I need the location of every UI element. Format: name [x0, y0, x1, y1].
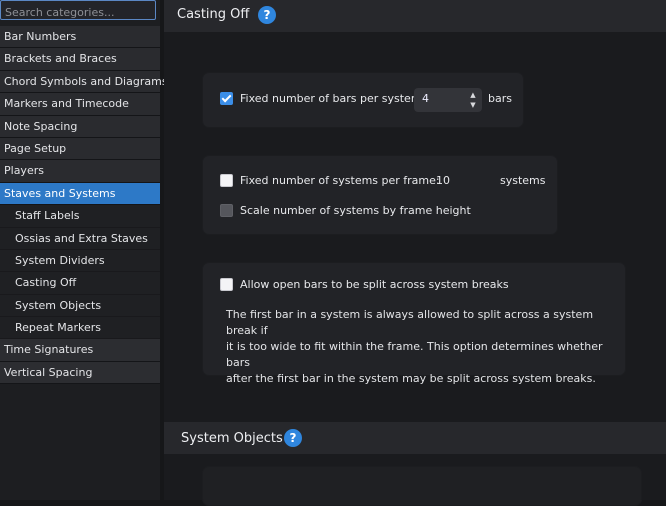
- sidebar-subitem-ossias[interactable]: Ossias and Extra Staves: [0, 227, 160, 250]
- bars-per-system-value[interactable]: 4: [422, 92, 429, 105]
- fixed-systems-panel: Fixed number of systems per frame: 10 sy…: [202, 155, 558, 235]
- systems-per-frame-value[interactable]: 10: [436, 174, 450, 187]
- sidebar-item-staves-and-systems[interactable]: Staves and Systems: [0, 182, 160, 206]
- system-objects-panel: [202, 466, 642, 506]
- sidebar-subitem-system-dividers[interactable]: System Dividers: [0, 249, 160, 273]
- chevron-down-icon[interactable]: ▼: [468, 100, 478, 110]
- sidebar-subitem-staff-labels[interactable]: Staff Labels: [0, 205, 160, 228]
- description-line: The first bar in a system is always allo…: [226, 308, 594, 337]
- fixed-bars-checkbox[interactable]: [220, 92, 233, 105]
- sidebar-item-vertical-spacing[interactable]: Vertical Spacing: [0, 361, 160, 385]
- fixed-systems-checkbox[interactable]: [220, 174, 233, 187]
- sidebar-item-markers-and-timecode[interactable]: Markers and Timecode: [0, 93, 160, 116]
- systems-unit-label: systems: [500, 174, 546, 187]
- system-objects-header: System Objects ?: [164, 422, 666, 454]
- sidebar-subitem-system-objects[interactable]: System Objects: [0, 294, 160, 318]
- sidebar-item-bar-numbers[interactable]: Bar Numbers: [0, 26, 160, 49]
- bars-unit: bars: [488, 92, 512, 105]
- scale-systems-row: Scale number of systems by frame height: [220, 204, 471, 217]
- categories-sidebar: Bar Numbers Brackets and Braces Chord Sy…: [0, 0, 168, 500]
- split-bars-panel: Allow open bars to be split across syste…: [202, 262, 626, 385]
- chevron-up-icon[interactable]: ▲: [468, 90, 478, 100]
- split-description: The first bar in a system is always allo…: [226, 307, 626, 387]
- systems-unit: systems: [500, 174, 546, 187]
- description-line: it is too wide to fit within the frame. …: [226, 340, 603, 369]
- bars-unit-label: bars: [488, 92, 512, 105]
- sidebar-item-chord-symbols[interactable]: Chord Symbols and Diagrams: [0, 70, 168, 94]
- category-list: Bar Numbers Brackets and Braces Chord Sy…: [0, 26, 168, 385]
- allow-split-row: Allow open bars to be split across syste…: [220, 278, 509, 291]
- fixed-bars-panel: Fixed number of bars per system: 4 ▲ ▼ b…: [202, 72, 524, 128]
- fixed-bars-row: Fixed number of bars per system:: [220, 92, 425, 105]
- sidebar-item-time-signatures[interactable]: Time Signatures: [0, 339, 160, 362]
- scale-systems-label: Scale number of systems by frame height: [240, 204, 471, 217]
- search-box[interactable]: [0, 0, 156, 22]
- stepper-arrows[interactable]: ▲ ▼: [468, 90, 478, 110]
- bars-per-system-stepper[interactable]: 4 ▲ ▼: [414, 88, 482, 112]
- section-title: System Objects: [181, 431, 283, 446]
- sidebar-subitem-casting-off[interactable]: Casting Off: [0, 272, 160, 295]
- sidebar-item-players[interactable]: Players: [0, 160, 160, 183]
- help-icon[interactable]: ?: [258, 6, 276, 24]
- allow-split-checkbox[interactable]: [220, 278, 233, 291]
- sidebar-item-note-spacing[interactable]: Note Spacing: [0, 115, 160, 138]
- casting-off-header: Casting Off ?: [164, 0, 666, 32]
- sidebar-item-brackets-and-braces[interactable]: Brackets and Braces: [0, 48, 160, 71]
- search-input[interactable]: [1, 3, 155, 22]
- systems-per-frame-field[interactable]: 10: [436, 174, 450, 187]
- sidebar-subitem-repeat-markers[interactable]: Repeat Markers: [0, 317, 160, 340]
- fixed-systems-row: Fixed number of systems per frame:: [220, 174, 440, 187]
- section-title: Casting Off: [177, 7, 250, 22]
- options-pane: Casting Off ? Fixed number of bars per s…: [164, 0, 666, 506]
- sidebar-item-page-setup[interactable]: Page Setup: [0, 137, 160, 161]
- description-line: after the first bar in the system may be…: [226, 372, 596, 385]
- scale-systems-checkbox[interactable]: [220, 204, 233, 217]
- allow-split-label: Allow open bars to be split across syste…: [240, 278, 509, 291]
- help-icon[interactable]: ?: [284, 429, 302, 447]
- fixed-systems-label: Fixed number of systems per frame:: [240, 174, 440, 187]
- fixed-bars-label: Fixed number of bars per system:: [240, 92, 426, 105]
